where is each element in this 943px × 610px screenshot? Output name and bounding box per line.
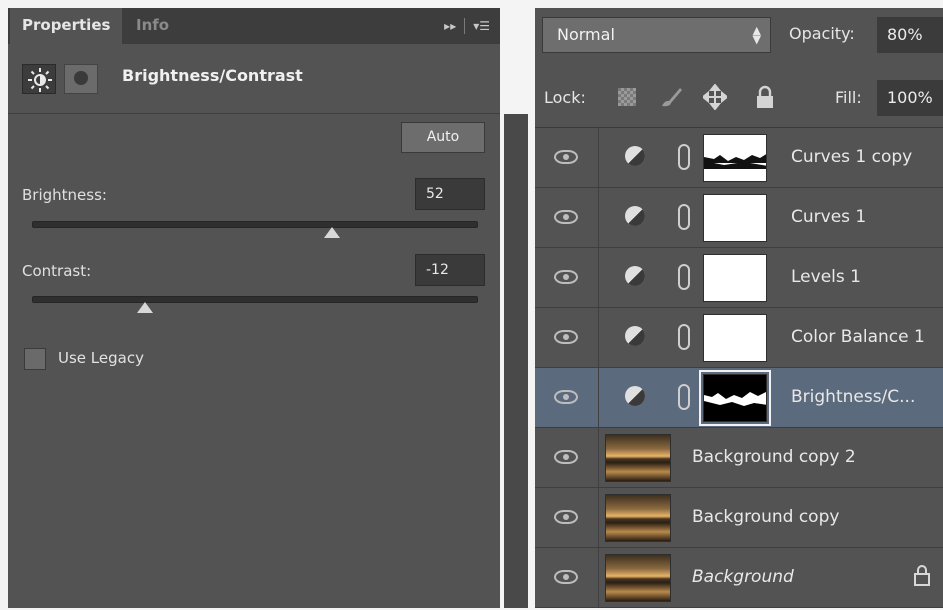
layer-mask-thumbnail[interactable]: [703, 314, 767, 362]
adjustment-layer-icon: [625, 266, 645, 286]
layer-row[interactable]: Curves 1 copy: [535, 128, 943, 188]
visibility-toggle[interactable]: [535, 428, 599, 487]
visibility-toggle[interactable]: [535, 548, 599, 607]
contrast-label: Contrast:: [22, 262, 92, 280]
sun-icon: [28, 68, 52, 92]
lock-all-icon[interactable]: [753, 84, 777, 110]
panel-menu-icon[interactable]: ▾☰: [473, 19, 490, 33]
visibility-toggle[interactable]: [535, 128, 599, 187]
layer-list: Curves 1 copy Curves 1 Levels 1 Color Ba…: [535, 127, 943, 608]
layer-image-thumbnail[interactable]: [605, 494, 671, 542]
tab-properties[interactable]: Properties: [10, 8, 123, 44]
link-icon[interactable]: [678, 324, 690, 350]
visibility-toggle[interactable]: [535, 488, 599, 547]
lock-transparent-pixels-icon[interactable]: [615, 84, 639, 110]
eye-icon: [554, 570, 578, 584]
contrast-slider-thumb[interactable]: [136, 302, 153, 313]
eye-icon: [554, 390, 578, 404]
brightness-slider-track[interactable]: [32, 221, 478, 228]
eye-icon: [554, 270, 578, 284]
layers-panel: Normal ▲ ▼ Opacity: 80% Lock: Fill: 100% …: [535, 8, 943, 608]
link-icon[interactable]: [678, 144, 690, 170]
layer-image-thumbnail[interactable]: [605, 434, 671, 482]
link-icon[interactable]: [678, 204, 690, 230]
layer-row[interactable]: Levels 1: [535, 248, 943, 308]
brightness-label: Brightness:: [22, 186, 107, 204]
adjustment-title: Brightness/Contrast: [122, 66, 303, 85]
opacity-label: Opacity:: [789, 24, 855, 43]
use-legacy-label: Use Legacy: [58, 349, 144, 367]
properties-scrollbar[interactable]: [504, 114, 528, 608]
lock-position-icon[interactable]: [701, 83, 729, 111]
lock-image-pixels-icon[interactable]: [659, 84, 683, 110]
layer-name[interactable]: Brightness/C...: [791, 387, 915, 407]
layer-mask-button[interactable]: [64, 64, 98, 94]
properties-panel: Properties Info ▸▸ ▾☰ Brightness/Contras…: [8, 8, 528, 608]
divider: [464, 18, 466, 34]
layer-mask-thumbnail[interactable]: [699, 370, 771, 426]
fill-field[interactable]: 100%: [877, 80, 943, 116]
layer-name[interactable]: Background: [692, 567, 794, 587]
layer-name[interactable]: Background copy: [692, 507, 839, 527]
opacity-field[interactable]: 80%: [877, 17, 943, 53]
fill-label: Fill:: [835, 88, 862, 107]
contrast-value-field[interactable]: -12: [415, 254, 485, 286]
layer-name[interactable]: Background copy 2: [692, 447, 856, 467]
contrast-slider-track[interactable]: [32, 296, 478, 303]
layer-mask-thumbnail[interactable]: [703, 254, 767, 302]
adjustment-layer-icon: [625, 146, 645, 166]
visibility-toggle[interactable]: [535, 368, 599, 427]
eye-icon: [554, 450, 578, 464]
auto-button[interactable]: Auto: [401, 122, 485, 153]
adjustment-layer-icon: [625, 206, 645, 226]
layer-name[interactable]: Curves 1: [791, 207, 866, 227]
visibility-toggle[interactable]: [535, 188, 599, 247]
lock-icon[interactable]: [913, 564, 931, 586]
collapse-panel-icon[interactable]: ▸▸: [444, 19, 456, 33]
visibility-toggle[interactable]: [535, 308, 599, 367]
lock-label: Lock:: [544, 88, 586, 107]
select-arrows-icon: ▲ ▼: [752, 24, 761, 46]
brightness-slider-thumb[interactable]: [324, 227, 341, 238]
link-icon[interactable]: [678, 264, 690, 290]
tab-info[interactable]: Info: [124, 8, 181, 44]
layer-mask-thumbnail[interactable]: [703, 194, 767, 242]
layer-name[interactable]: Curves 1 copy: [791, 147, 912, 167]
adjustment-settings-button[interactable]: [22, 64, 56, 94]
layer-row[interactable]: Background: [535, 548, 943, 608]
use-legacy-checkbox[interactable]: [24, 348, 46, 370]
eye-icon: [554, 150, 578, 164]
eye-icon: [554, 330, 578, 344]
layer-image-thumbnail[interactable]: [605, 554, 671, 602]
adjustment-header: Brightness/Contrast: [8, 44, 500, 114]
adjustment-layer-icon: [625, 386, 645, 406]
layer-row[interactable]: Background copy 2: [535, 428, 943, 488]
layer-row-selected[interactable]: Brightness/C...: [535, 368, 943, 428]
adjustment-layer-icon: [625, 326, 645, 346]
panel-controls: ▸▸ ▾☰: [444, 17, 490, 35]
blend-mode-value: Normal: [557, 25, 615, 44]
layer-row[interactable]: Curves 1: [535, 188, 943, 248]
layer-name[interactable]: Color Balance 1: [791, 327, 925, 347]
link-icon[interactable]: [678, 384, 690, 410]
blend-mode-select[interactable]: Normal ▲ ▼: [542, 17, 771, 53]
brightness-value-field[interactable]: 52: [415, 178, 485, 210]
visibility-toggle[interactable]: [535, 248, 599, 307]
layer-mask-thumbnail[interactable]: [703, 134, 767, 182]
layer-row[interactable]: Color Balance 1: [535, 308, 943, 368]
eye-icon: [554, 510, 578, 524]
layer-row[interactable]: Background copy: [535, 488, 943, 548]
eye-icon: [554, 210, 578, 224]
properties-tab-bar: Properties Info ▸▸ ▾☰: [8, 8, 500, 44]
layer-name[interactable]: Levels 1: [791, 267, 861, 287]
